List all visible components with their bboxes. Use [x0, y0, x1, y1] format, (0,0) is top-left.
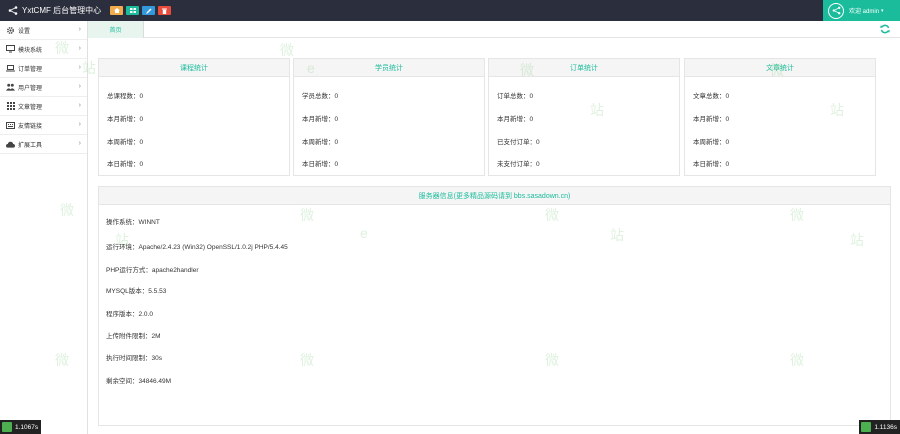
- home-icon: [113, 8, 120, 13]
- home-button[interactable]: [110, 6, 123, 15]
- sidebar-item-label: 设置: [18, 28, 31, 35]
- sidebar-item-links[interactable]: 友情链接 ›: [0, 116, 87, 135]
- sidebar-item-label: 用户管理: [18, 85, 43, 92]
- stat-line: 本日新增：0: [693, 161, 730, 168]
- sidebar-item-modules[interactable]: 模块系统 ›: [0, 40, 87, 59]
- chevron-right-icon: ›: [78, 140, 81, 147]
- stat-line: 本周新增：0: [107, 139, 144, 146]
- stat-line: 订单总数：0: [497, 93, 534, 100]
- server-info-line: 操作系统：WINNT: [106, 219, 160, 226]
- stat-line: 已支付订单：0: [497, 139, 540, 146]
- chevron-right-icon: ›: [78, 26, 81, 33]
- sidebar-item-label: 模块系统: [18, 47, 43, 54]
- share-icon: [832, 6, 840, 15]
- grid-icon: [6, 102, 15, 111]
- server-info-line: 执行时间限制：30s: [106, 355, 162, 362]
- keyboard-icon: [6, 121, 15, 130]
- stat-line: 本月新增：0: [302, 116, 339, 123]
- avatar: [828, 2, 844, 19]
- trash-icon: [162, 8, 167, 14]
- tab-home[interactable]: 首页: [88, 21, 144, 38]
- refresh-button[interactable]: [880, 24, 890, 36]
- pencil-icon: [145, 8, 151, 14]
- stat-line: 本日新增：0: [302, 161, 339, 168]
- users-icon: [6, 83, 15, 92]
- tab-bar: 首页: [88, 21, 900, 38]
- delete-button[interactable]: [158, 6, 171, 15]
- monitor-icon: [6, 45, 15, 54]
- tab-label: 首页: [109, 28, 122, 34]
- sidebar-item-label: 订单管理: [18, 66, 43, 73]
- server-info-card: 服务器信息(更多精品源码请到 bbs.sasadown.cn) 操作系统：WIN…: [98, 186, 891, 426]
- grid-icon: [129, 8, 136, 13]
- server-info-line: 运行环境：Apache/2.4.23 (Win32) OpenSSL/1.0.2…: [106, 244, 288, 251]
- server-info-line: PHP运行方式：apache2handler: [106, 267, 199, 274]
- gear-icon: [6, 26, 15, 35]
- server-info-line: 剩余空间：34846.49M: [106, 378, 172, 385]
- load-time-badge-left: 1.1067s: [0, 420, 42, 434]
- edit-button[interactable]: [142, 6, 155, 15]
- chevron-right-icon: ›: [78, 64, 81, 71]
- stat-line: 本周新增：0: [302, 139, 339, 146]
- course-stats-card: 课程统计 总课程数：0 本月新增：0 本周新增：0 本日新增：0: [98, 58, 290, 176]
- leaf-icon: [861, 422, 872, 432]
- stat-line: 本月新增：0: [497, 116, 534, 123]
- sidebar-item-users[interactable]: 用户管理 ›: [0, 78, 87, 97]
- chevron-right-icon: ›: [78, 83, 81, 90]
- user-label: 欢迎 admin: [849, 9, 880, 15]
- card-title: 课程统计: [99, 59, 289, 77]
- card-title: 学员统计: [294, 59, 484, 77]
- chevron-right-icon: ›: [78, 45, 81, 52]
- sidebar-item-orders[interactable]: 订单管理 ›: [0, 59, 87, 78]
- load-time: 1.1067s: [15, 423, 39, 431]
- stat-line: 文章总数：0: [693, 93, 730, 100]
- chevron-right-icon: ›: [78, 121, 81, 128]
- chevron-right-icon: ›: [78, 102, 81, 109]
- stat-line: 本周新增：0: [693, 139, 730, 146]
- card-title: 服务器信息(更多精品源码请到 bbs.sasadown.cn): [99, 187, 890, 205]
- chevron-down-icon: ▾: [881, 7, 884, 14]
- student-stats-card: 学员统计 学员总数：0 本月新增：0 本周新增：0 本日新增：0: [293, 58, 485, 176]
- sidebar-item-label: 友情链接: [18, 123, 43, 130]
- brand[interactable]: YxtCMF 后台管理中心: [0, 5, 110, 16]
- share-icon: [8, 6, 18, 15]
- server-info-line: 程序版本：2.0.0: [106, 311, 153, 318]
- sidebar-item-articles[interactable]: 文章管理 ›: [0, 97, 87, 116]
- card-title: 文章统计: [685, 59, 875, 77]
- user-menu[interactable]: 欢迎 admin ▾: [823, 0, 900, 21]
- sidebar-item-tools[interactable]: 扩展工具 ›: [0, 135, 87, 154]
- sidebar-item-label: 扩展工具: [18, 142, 43, 149]
- refresh-icon: [880, 24, 890, 34]
- cloud-icon: [6, 140, 15, 149]
- sidebar-item-label: 文章管理: [18, 104, 43, 111]
- server-info-line: MYSQL版本：5.5.53: [106, 288, 167, 295]
- stat-line: 本日新增：0: [107, 161, 144, 168]
- top-navbar: YxtCMF 后台管理中心 欢迎 admin ▾: [0, 0, 900, 21]
- load-time: 1.1136s: [874, 423, 897, 431]
- order-stats-card: 订单统计 订单总数：0 本月新增：0 已支付订单：0 未支付订单：0: [488, 58, 680, 176]
- server-info-line: 上传附件限制：2M: [106, 333, 161, 340]
- sidebar-item-settings[interactable]: 设置 ›: [0, 21, 87, 40]
- article-stats-card: 文章统计 文章总数：0 本月新增：0 本周新增：0 本日新增：0: [684, 58, 876, 176]
- app-title: YxtCMF 后台管理中心: [22, 6, 102, 15]
- card-title: 订单统计: [489, 59, 679, 77]
- load-time-badge-right: 1.1136s: [859, 420, 900, 434]
- laptop-icon: [6, 64, 15, 73]
- stat-line: 本月新增：0: [107, 116, 144, 123]
- stat-line: 总课程数：0: [107, 93, 144, 100]
- stat-line: 本月新增：0: [693, 116, 730, 123]
- stat-line: 学员总数：0: [302, 93, 339, 100]
- stat-line: 未支付订单：0: [497, 161, 540, 168]
- grid-button[interactable]: [126, 6, 139, 15]
- sidebar: 设置 › 模块系统 › 订单管理 › 用户管理 › 文章管理 › 友情链接 › …: [0, 21, 88, 434]
- leaf-icon: [2, 422, 12, 432]
- main-content: 课程统计 总课程数：0 本月新增：0 本周新增：0 本日新增：0 学员统计 学员…: [88, 38, 900, 434]
